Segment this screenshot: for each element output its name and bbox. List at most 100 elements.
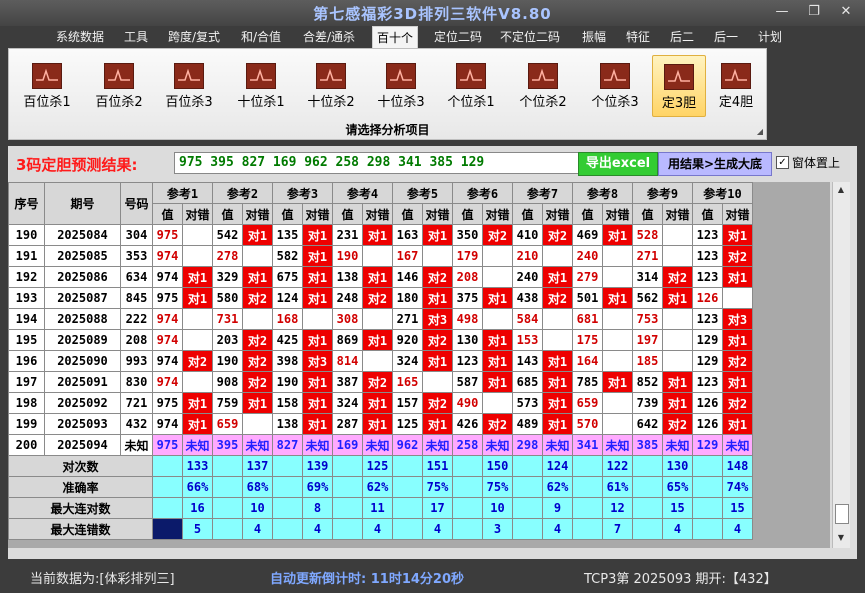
- cell-result-miss[interactable]: [602, 245, 633, 267]
- cell-result-hit[interactable]: 对1: [422, 224, 453, 246]
- cell-result-hit[interactable]: 对2: [182, 350, 213, 372]
- cell-result-hit[interactable]: 对1: [542, 371, 573, 393]
- cell-value[interactable]: 324: [392, 350, 423, 372]
- stats-value[interactable]: 151: [422, 455, 453, 477]
- cell-result-hit[interactable]: 对2: [242, 371, 273, 393]
- cell-period[interactable]: 2025093: [44, 413, 121, 435]
- cell-value[interactable]: 298: [512, 434, 543, 456]
- cell-result-hit[interactable]: 对1: [182, 392, 213, 414]
- cell-result-hit[interactable]: 对2: [242, 329, 273, 351]
- cell-result-hit[interactable]: 对1: [302, 224, 333, 246]
- cell-value[interactable]: 341: [572, 434, 603, 456]
- cell-result-miss[interactable]: [662, 224, 693, 246]
- cell-value[interactable]: 124: [272, 287, 303, 309]
- cell-result-hit[interactable]: 对1: [242, 224, 273, 246]
- cell-value[interactable]: 123: [692, 308, 723, 330]
- cell-value[interactable]: 528: [632, 224, 663, 246]
- ribbon-button[interactable]: 个位杀2: [509, 55, 577, 115]
- cell-value[interactable]: 974: [152, 371, 183, 393]
- cell-value[interactable]: 129: [692, 329, 723, 351]
- cell-value[interactable]: 582: [272, 245, 303, 267]
- ribbon-button[interactable]: 定4胆: [709, 55, 763, 115]
- cell-result-hit[interactable]: 对2: [722, 245, 753, 267]
- cell-result-hit[interactable]: 对1: [242, 266, 273, 288]
- cell-value[interactable]: 329: [212, 266, 243, 288]
- cell-result-miss[interactable]: [422, 245, 453, 267]
- cell-value[interactable]: 287: [332, 413, 363, 435]
- cell-value[interactable]: 258: [452, 434, 483, 456]
- cell-value[interactable]: 675: [272, 266, 303, 288]
- stats-value[interactable]: 61%: [602, 476, 633, 498]
- cell-result-hit[interactable]: 对2: [722, 392, 753, 414]
- cell-value[interactable]: 759: [212, 392, 243, 414]
- cell-value[interactable]: 271: [392, 308, 423, 330]
- cell-result-hit[interactable]: 对1: [542, 266, 573, 288]
- col-header-ref[interactable]: 参考2: [212, 182, 273, 204]
- col-header-result[interactable]: 对错: [602, 203, 633, 225]
- cell-result-miss[interactable]: [242, 308, 273, 330]
- cell-result-miss[interactable]: [602, 350, 633, 372]
- ribbon-button[interactable]: 十位杀3: [367, 55, 435, 115]
- cell-result-miss[interactable]: [542, 245, 573, 267]
- cell-result-hit[interactable]: 对2: [362, 371, 393, 393]
- cell-value[interactable]: 659: [212, 413, 243, 435]
- stats-value[interactable]: 124: [542, 455, 573, 477]
- ribbon-button[interactable]: 百位杀3: [155, 55, 223, 115]
- cell-value[interactable]: 425: [272, 329, 303, 351]
- cell-seq[interactable]: 200: [8, 434, 45, 456]
- col-header-ref[interactable]: 参考6: [452, 182, 513, 204]
- cell-result-miss[interactable]: [302, 308, 333, 330]
- minimize-button[interactable]: —: [769, 3, 795, 21]
- cell-value[interactable]: 659: [572, 392, 603, 414]
- cell-result-miss[interactable]: [662, 350, 693, 372]
- cell-result-hit[interactable]: 对2: [662, 266, 693, 288]
- menu-item[interactable]: 和/合值: [241, 26, 281, 48]
- cell-result-hit[interactable]: 对1: [182, 266, 213, 288]
- table-row[interactable]: 195 2025089 208 974 203 对2 425 对1 869 对1 920 对2 130 对…: [8, 329, 753, 351]
- col-header-result[interactable]: 对错: [422, 203, 453, 225]
- cell-result-miss[interactable]: [602, 392, 633, 414]
- cell-seq[interactable]: 190: [8, 224, 45, 246]
- menu-item[interactable]: 后一: [714, 26, 738, 48]
- cell-result-miss[interactable]: [602, 413, 633, 435]
- cell-value[interactable]: 129: [692, 350, 723, 372]
- cell-value[interactable]: 231: [332, 224, 363, 246]
- stats-value[interactable]: 4: [722, 518, 753, 540]
- cell-value[interactable]: 974: [152, 350, 183, 372]
- cell-value[interactable]: 974: [152, 245, 183, 267]
- cell-result-hit[interactable]: 对3: [422, 308, 453, 330]
- table-row[interactable]: 196 2025090 993 974 对2 190 对2 398 对3 814 324 对1 123 对…: [8, 350, 753, 372]
- cell-value[interactable]: 190: [272, 371, 303, 393]
- cell-result-miss[interactable]: [182, 371, 213, 393]
- cell-result-hit[interactable]: 对2: [422, 266, 453, 288]
- cell-result-hit[interactable]: 对1: [362, 266, 393, 288]
- stats-label[interactable]: 对次数: [8, 455, 153, 477]
- col-header-value[interactable]: 值: [212, 203, 243, 225]
- ribbon-button-selected[interactable]: 定3胆: [652, 55, 706, 117]
- stats-value[interactable]: 15: [722, 497, 753, 519]
- col-header-number[interactable]: 号码: [120, 182, 153, 225]
- stats-value[interactable]: 5: [182, 518, 213, 540]
- cell-result-hit[interactable]: 对2: [482, 224, 513, 246]
- cell-value[interactable]: 278: [212, 245, 243, 267]
- stats-value[interactable]: 75%: [482, 476, 513, 498]
- cell-result-hit[interactable]: 对1: [422, 287, 453, 309]
- cell-value[interactable]: 208: [452, 266, 483, 288]
- cell-value[interactable]: 501: [572, 287, 603, 309]
- cell-result-hit[interactable]: 对1: [302, 245, 333, 267]
- cell-result-hit[interactable]: 未知: [542, 434, 573, 456]
- menu-item[interactable]: 工具: [124, 26, 148, 48]
- cell-result-miss[interactable]: [602, 266, 633, 288]
- col-header-value[interactable]: 值: [632, 203, 663, 225]
- col-header-ref[interactable]: 参考4: [332, 182, 393, 204]
- cell-seq[interactable]: 198: [8, 392, 45, 414]
- stats-value[interactable]: 12: [602, 497, 633, 519]
- cell-value[interactable]: 908: [212, 371, 243, 393]
- cell-value[interactable]: 975: [152, 392, 183, 414]
- cell-value[interactable]: 197: [632, 329, 663, 351]
- cell-value[interactable]: 123: [692, 371, 723, 393]
- cell-result-miss[interactable]: [482, 245, 513, 267]
- cell-result-miss[interactable]: [242, 245, 273, 267]
- stats-value[interactable]: 17: [422, 497, 453, 519]
- cell-period[interactable]: 2025084: [44, 224, 121, 246]
